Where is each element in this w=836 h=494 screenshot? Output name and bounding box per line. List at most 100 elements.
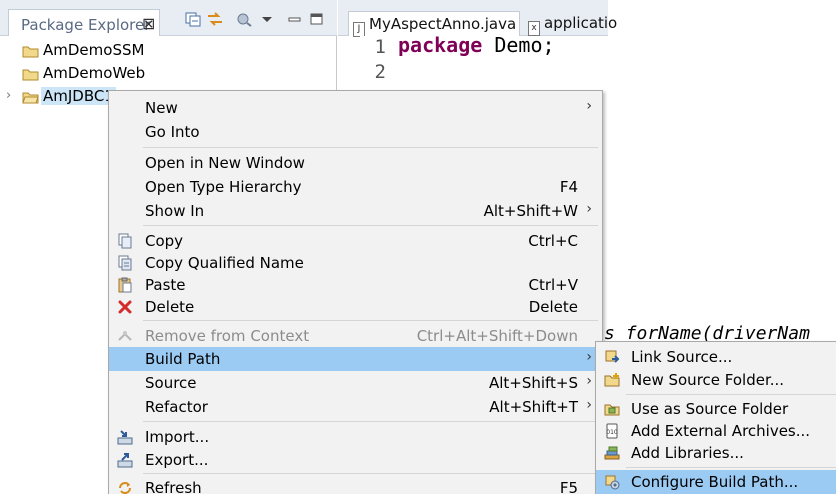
menu-item-shortcut: Delete [528, 298, 578, 316]
tab-label: Package Explorer [21, 16, 151, 34]
menu-item-label: New [145, 99, 178, 117]
package-explorer-tabbar: Package Explorer ⊠ [0, 0, 337, 36]
library-icon [604, 446, 620, 460]
menu-separator [143, 421, 598, 422]
submenu-item-add-external-archives[interactable]: 010 Add External Archives... [596, 419, 836, 443]
menu-item-refresh[interactable]: Refresh F5 [109, 476, 602, 494]
menu-item-import[interactable]: Import... [109, 425, 602, 449]
link-with-editor-icon[interactable] [206, 11, 224, 27]
import-icon [117, 430, 133, 445]
menu-item-label: Delete [145, 298, 195, 316]
maximize-icon[interactable] [308, 11, 326, 27]
editor-tabbar: J MyAspectAnno.java x applicatio [338, 0, 617, 37]
menu-item-export[interactable]: Export... [109, 448, 602, 472]
menu-item-label: Build Path [145, 350, 221, 368]
menu-item-paste[interactable]: Paste Ctrl+V [109, 273, 602, 297]
menu-item-label: Open in New Window [145, 154, 305, 172]
menu-item-label: Remove from Context [145, 327, 310, 345]
submenu-arrow-icon: › [586, 373, 592, 389]
code-line[interactable]: package Demo; [398, 33, 555, 57]
menu-item-label: Open Type Hierarchy [145, 178, 302, 196]
menu-item-label: Export... [145, 451, 209, 469]
menu-item-label: Link Source... [631, 348, 733, 366]
menu-item-label: Go Into [145, 123, 200, 141]
menu-item-shortcut: Ctrl+C [528, 232, 578, 250]
project-folder-icon [22, 46, 39, 58]
submenu-arrow-icon: › [586, 98, 592, 114]
menu-item-shortcut: Alt+Shift+T [489, 398, 578, 416]
use-as-source-icon [604, 404, 620, 416]
line-number: 2 [374, 61, 386, 83]
menu-item-shortcut: Alt+Shift+S [488, 374, 578, 392]
menu-item-delete[interactable]: Delete Delete [109, 295, 602, 319]
menu-separator [626, 467, 836, 468]
menu-item-source[interactable]: Source Alt+Shift+S › [109, 371, 602, 395]
build-path-submenu: Link Source... New Source Folder... Use … [595, 341, 836, 494]
menu-item-go-into[interactable]: Go Into [109, 120, 602, 144]
open-project-folder-icon [22, 92, 39, 104]
close-icon[interactable]: ⊠ [142, 14, 155, 33]
menu-item-label: Copy Qualified Name [145, 254, 304, 272]
minimize-icon[interactable] [286, 11, 304, 27]
copy-icon [118, 233, 132, 249]
menu-item-open-in-new-window[interactable]: Open in New Window [109, 151, 602, 175]
line-number: 1 [374, 36, 386, 58]
menu-item-label: Copy [145, 232, 184, 250]
java-file-icon: J [353, 22, 365, 37]
link-source-icon [605, 350, 620, 363]
menu-item-show-in[interactable]: Show In Alt+Shift+W › [109, 199, 602, 223]
submenu-item-new-source-folder[interactable]: New Source Folder... [596, 368, 836, 392]
paste-icon [118, 277, 132, 293]
project-item-amdemossm[interactable]: AmDemoSSM [0, 40, 337, 63]
menu-item-label: Refactor [145, 398, 208, 416]
svg-text:010: 010 [606, 429, 618, 436]
tab-label: applicatio [544, 14, 618, 32]
submenu-arrow-icon: › [586, 349, 592, 365]
menu-item-shortcut: F4 [559, 178, 578, 196]
menu-item-label: Paste [145, 276, 186, 294]
menu-item-shortcut: Alt+Shift+W [483, 202, 578, 220]
menu-item-shortcut: Ctrl+V [528, 276, 578, 294]
menu-item-label: Source [145, 374, 197, 392]
menu-separator [626, 394, 836, 395]
menu-item-open-type-hierarchy[interactable]: Open Type Hierarchy F4 [109, 175, 602, 199]
configure-build-path-icon [605, 475, 620, 490]
menu-item-shortcut: Ctrl+Alt+Shift+Down [416, 327, 578, 345]
menu-item-build-path[interactable]: Build Path › [109, 347, 602, 371]
jar-icon: 010 [606, 423, 618, 439]
menu-item-label: Add External Archives... [631, 422, 811, 440]
menu-separator [143, 473, 598, 474]
submenu-item-configure-build-path[interactable]: Configure Build Path... [596, 470, 836, 494]
export-icon [117, 453, 133, 468]
menu-item-copy[interactable]: Copy Ctrl+C [109, 229, 602, 253]
context-menu: New › Go Into Open in New Window Open Ty… [108, 90, 603, 494]
submenu-item-add-libraries[interactable]: Add Libraries... [596, 441, 836, 465]
focus-task-icon[interactable] [236, 11, 254, 27]
project-label: AmJDBC1 [41, 87, 116, 105]
tab-package-explorer[interactable]: Package Explorer ⊠ [8, 9, 160, 36]
menu-separator [143, 225, 598, 226]
menu-item-new[interactable]: New › [109, 96, 602, 120]
remove-context-icon [118, 331, 132, 341]
menu-item-label: Add Libraries... [631, 444, 744, 462]
submenu-item-link-source[interactable]: Link Source... [596, 345, 836, 369]
project-folder-icon [22, 69, 39, 81]
menu-item-copy-qualified-name[interactable]: Copy Qualified Name [109, 251, 602, 275]
submenu-arrow-icon: › [586, 201, 592, 217]
menu-item-label: New Source Folder... [631, 371, 785, 389]
menu-item-label: Configure Build Path... [631, 473, 799, 491]
menu-item-refactor[interactable]: Refactor Alt+Shift+T › [109, 395, 602, 419]
submenu-item-use-as-source-folder[interactable]: Use as Source Folder [596, 397, 836, 421]
code-keyword: package [398, 33, 483, 57]
collapse-all-icon[interactable] [184, 11, 202, 27]
menu-item-label: Import... [145, 428, 210, 446]
menu-item-label: Use as Source Folder [631, 400, 789, 418]
code-text: Demo; [482, 33, 555, 57]
menu-separator [143, 147, 598, 148]
delete-icon [118, 300, 132, 314]
refresh-icon [119, 482, 131, 494]
view-menu-icon[interactable] [258, 11, 276, 27]
project-item-amdemoweb[interactable]: AmDemoWeb [0, 63, 337, 86]
copy-qualified-icon [118, 255, 132, 271]
expand-chevron-icon[interactable]: › [6, 88, 11, 103]
